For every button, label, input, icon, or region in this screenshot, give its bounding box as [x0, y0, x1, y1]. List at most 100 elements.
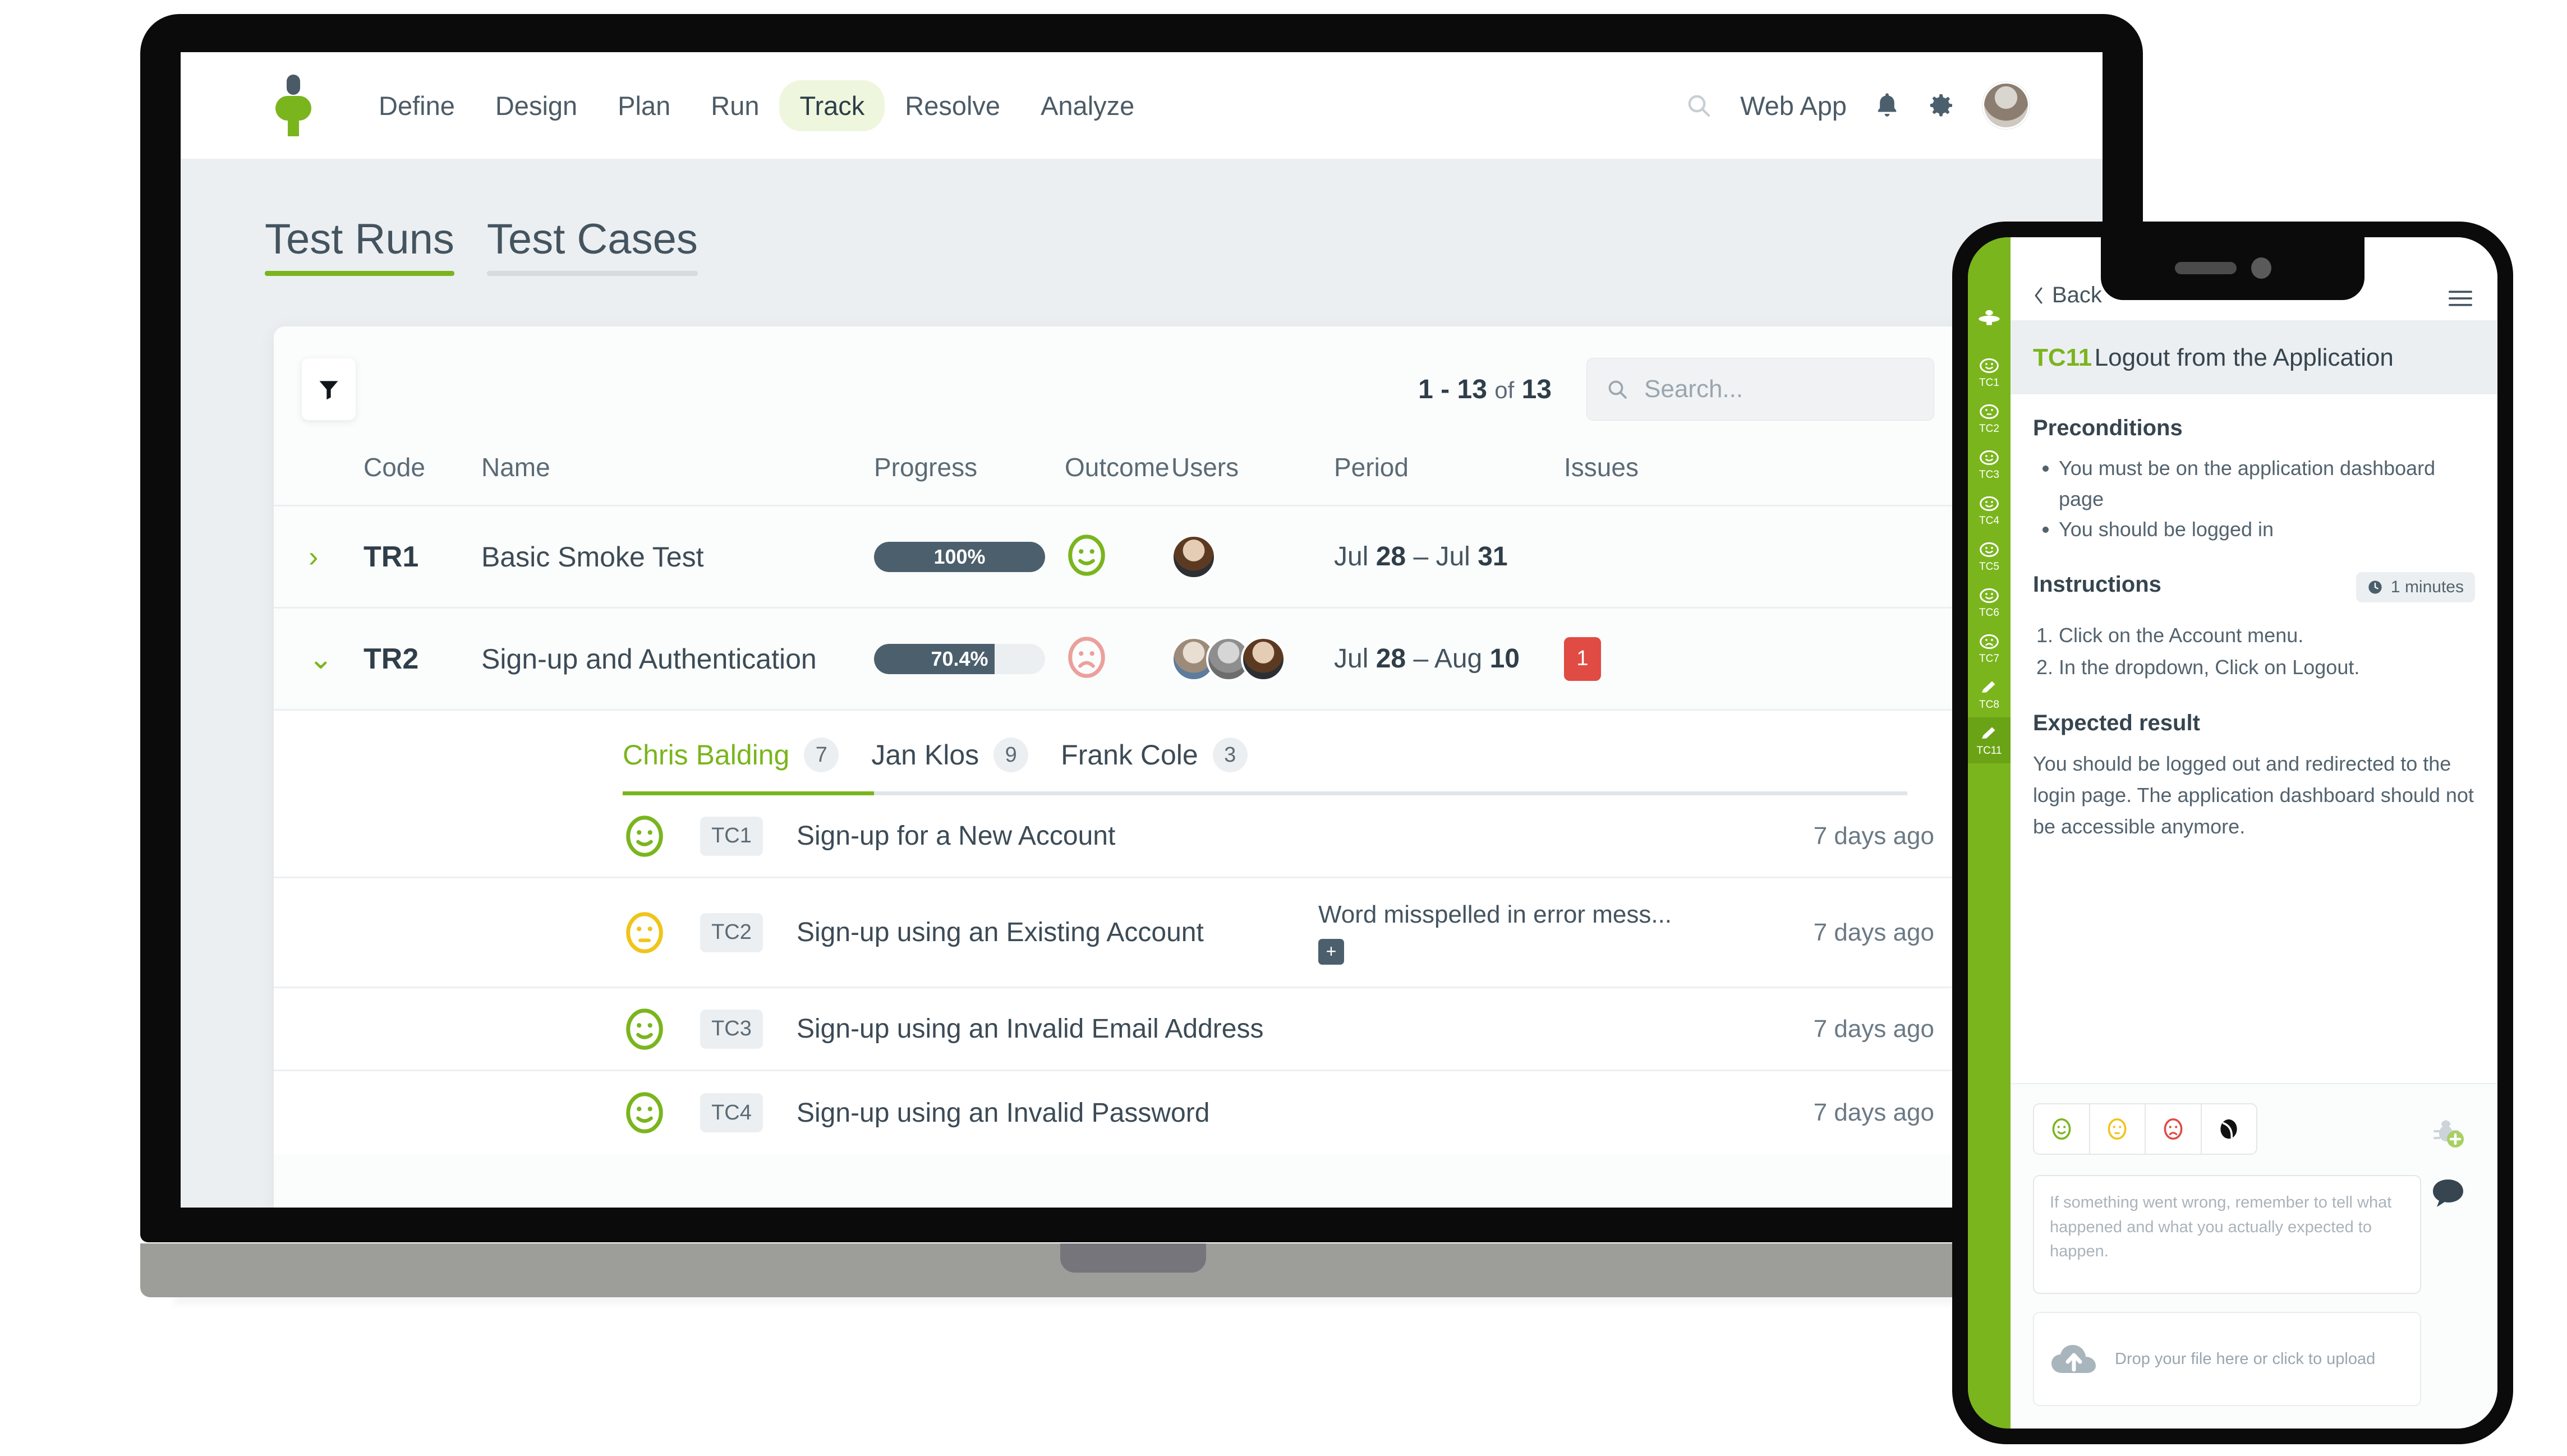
rail-item-label: TC7 — [1979, 653, 1999, 665]
outcome-caution-button[interactable] — [2090, 1104, 2146, 1154]
bug-plus-icon[interactable] — [2431, 1117, 2465, 1151]
outcome-fail-button[interactable] — [2146, 1104, 2202, 1154]
table-header-row: Code Name Progress Outcome Users Period … — [274, 437, 1973, 506]
rail-item-tc4[interactable]: TC4 — [1968, 487, 2011, 533]
nav-item-analyze[interactable]: Analyze — [1020, 80, 1154, 131]
list-item[interactable]: TC3 Sign-up using an Invalid Email Addre… — [274, 988, 1973, 1071]
smiley-blocked-icon — [2220, 1119, 2237, 1139]
comment-bubble-icon[interactable] — [2431, 1177, 2465, 1209]
collapse-caret-icon[interactable]: ⌄ — [274, 642, 364, 676]
list-item[interactable]: TC1 Sign-up for a New Account 7 days ago — [274, 795, 1973, 878]
rail-item-tc11[interactable]: TC11 — [1968, 717, 2011, 763]
column-header-period: Period — [1334, 453, 1409, 482]
case-issue-title[interactable]: Word misspelled in error mess... — [1318, 901, 1711, 929]
expected-result-heading: Expected result — [2033, 710, 2200, 735]
phone-case-title: TC11 Logout from the Application — [2011, 320, 2497, 394]
tab-test-runs[interactable]: Test Runs — [265, 215, 454, 276]
smiley-fail-icon — [1068, 637, 1105, 678]
nav-item-track[interactable]: Track — [779, 80, 885, 131]
comment-textarea[interactable]: If something went wrong, remember to tel… — [2033, 1175, 2421, 1294]
nav-item-define[interactable]: Define — [358, 80, 475, 131]
row-name: Basic Smoke Test — [481, 541, 704, 573]
row-issues: 1 — [1564, 637, 1699, 681]
case-timestamp: 7 days ago — [1813, 918, 1934, 946]
add-issue-button[interactable]: + — [1318, 938, 1344, 965]
smiley-pass-icon — [1980, 358, 1999, 374]
case-code: TC4 — [700, 1093, 763, 1132]
rail-item-label: TC11 — [1976, 745, 2002, 757]
tab-test-cases[interactable]: Test Cases — [486, 215, 698, 276]
filter-button[interactable] — [302, 358, 356, 420]
row-outcome — [1065, 635, 1171, 682]
testmonitor-logo[interactable] — [1968, 309, 2011, 334]
nav-item-run[interactable]: Run — [691, 80, 779, 131]
outcome-pass-button[interactable] — [2034, 1104, 2090, 1154]
testmonitor-logo[interactable] — [268, 75, 319, 136]
webapp-label[interactable]: Web App — [1740, 90, 1847, 121]
preconditions-heading: Preconditions — [2033, 416, 2183, 440]
assignee-tab-label: Jan Klos — [871, 739, 979, 771]
phone-result-main: If something went wrong, remember to tel… — [2033, 1103, 2421, 1406]
laptop-device: Define Design Plan Run Track Resolve Ana… — [140, 14, 2157, 1303]
pencil-icon — [1982, 681, 1995, 693]
assignee-tabs-underline — [623, 791, 1907, 795]
search-icon — [1608, 380, 1627, 399]
assignee-tab-chris-balding[interactable]: Chris Balding 7 — [623, 738, 871, 791]
assignee-tab-label: Chris Balding — [623, 739, 790, 771]
rail-item-label: TC6 — [1979, 607, 1999, 619]
phone-sidebar-rail: TC1 TC2 TC3 TC4 TC5 TC6 TC7 TC8 TC11 — [1968, 237, 2011, 1429]
avatar[interactable] — [1982, 82, 2030, 129]
rail-item-tc2[interactable]: TC2 — [1968, 395, 2011, 441]
table-row[interactable]: ⌄ TR2 Sign-up and Authentication 70.4% J… — [274, 609, 1973, 711]
bell-icon[interactable] — [1875, 91, 1899, 119]
table-row[interactable]: › TR1 Basic Smoke Test 100% Jul 28 – Jul… — [274, 506, 1973, 609]
case-timestamp: 7 days ago — [1813, 822, 1934, 850]
smiley-pass-icon — [626, 1092, 663, 1134]
status-badge[interactable]: 1 — [1564, 637, 1601, 681]
case-name: Sign-up using an Invalid Password — [797, 1098, 1210, 1128]
nav-item-plan[interactable]: Plan — [597, 80, 691, 131]
file-upload-dropzone[interactable]: Drop your file here or click to upload — [2033, 1312, 2421, 1406]
search-icon[interactable] — [1685, 92, 1712, 119]
list-item: You must be on the application dashboard… — [2059, 453, 2475, 514]
list-item: In the dropdown, Click on Logout. — [2059, 652, 2475, 684]
phone-action-buttons — [2421, 1103, 2475, 1406]
hamburger-menu-icon[interactable] — [2448, 289, 2473, 308]
column-header-name: Name — [481, 453, 550, 482]
file-upload-label: Drop your file here or click to upload — [2115, 1349, 2376, 1368]
rail-item-tc6[interactable]: TC6 — [1968, 579, 2011, 625]
laptop-base-notch — [1060, 1243, 1206, 1273]
search-input[interactable]: Search... — [1586, 358, 1934, 421]
assignee-tab-jan-klos[interactable]: Jan Klos 9 — [871, 738, 1061, 791]
rail-item-tc1[interactable]: TC1 — [1968, 349, 2011, 395]
nav-item-design[interactable]: Design — [475, 80, 597, 131]
phone-camera — [2251, 257, 2271, 279]
rail-item-tc8[interactable]: TC8 — [1968, 671, 2011, 717]
rail-item-tc3[interactable]: TC3 — [1968, 441, 2011, 487]
page-tabs: Test Runs Test Cases — [265, 215, 2103, 276]
list-item[interactable]: TC4 Sign-up using an Invalid Password 7 … — [274, 1071, 1973, 1154]
rail-item-tc7[interactable]: TC7 — [1968, 625, 2011, 671]
row-period: Jul 28 – Jul 31 — [1334, 542, 1508, 572]
rail-item-tc5[interactable]: TC5 — [1968, 533, 2011, 579]
smiley-pass-icon — [1980, 496, 1999, 512]
search-placeholder: Search... — [1644, 375, 1743, 403]
assignee-tab-frank-cole[interactable]: Frank Cole 3 — [1061, 738, 1280, 791]
instructions-list: Click on the Account menu. In the dropdo… — [2059, 620, 2475, 684]
nav-item-resolve[interactable]: Resolve — [885, 80, 1020, 131]
phone-device: TC1 TC2 TC3 TC4 TC5 TC6 TC7 TC8 TC11 Bac… — [1952, 222, 2513, 1444]
smiley-pass-icon — [1980, 450, 1999, 466]
clock-icon — [2368, 580, 2382, 594]
gear-icon[interactable] — [1927, 92, 1954, 119]
list-item[interactable]: TC2 Sign-up using an Existing Account Wo… — [274, 878, 1973, 988]
tab-test-cases-label: Test Cases — [486, 215, 698, 263]
back-button[interactable]: Back — [2033, 283, 2102, 308]
outcome-blocked-button[interactable] — [2202, 1104, 2257, 1154]
test-runs-card: 1 - 13 of 13 Search... Code Name Progres… — [274, 326, 1973, 1208]
row-progress-label: 70.4% — [931, 647, 988, 670]
expand-caret-icon[interactable]: › — [274, 540, 364, 574]
phone-app-body: Back TC11 Logout from the Application Pr… — [2011, 237, 2497, 1429]
smiley-caution-icon — [2108, 1118, 2127, 1140]
column-header-users: Users — [1171, 453, 1239, 482]
case-code: TC1 — [700, 816, 763, 856]
